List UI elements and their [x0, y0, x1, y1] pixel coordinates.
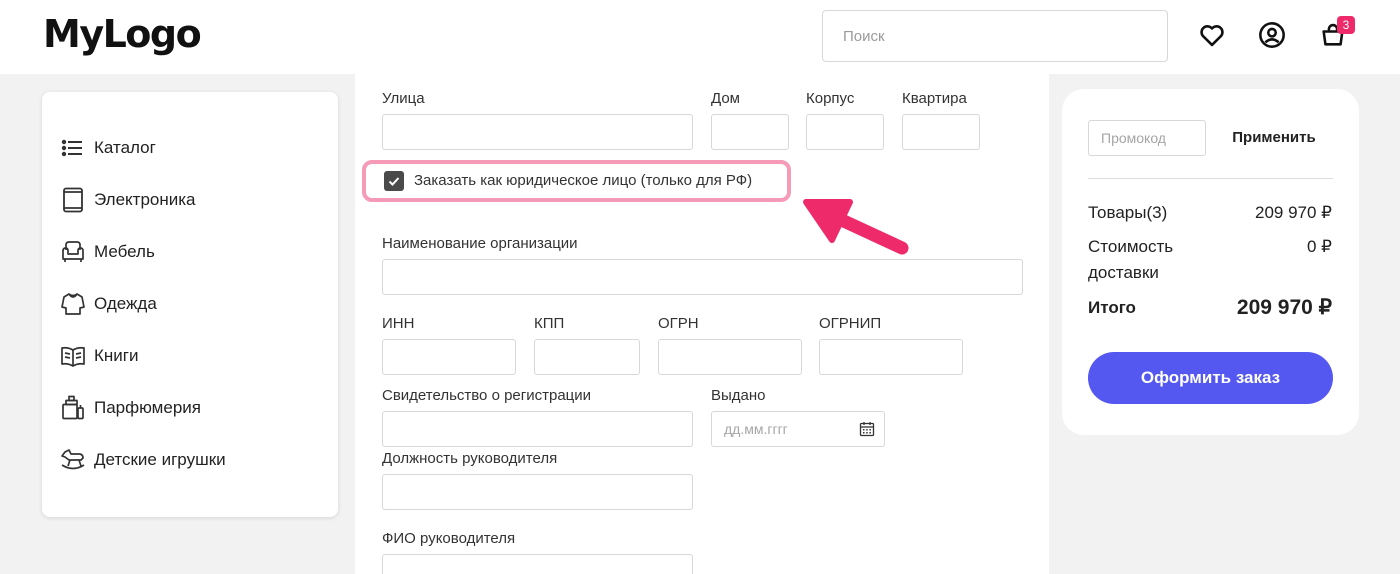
- calendar-icon[interactable]: [859, 421, 875, 437]
- building-label: Корпус: [806, 90, 855, 107]
- street-label: Улица: [382, 90, 425, 107]
- delivery-label-line2: доставки: [1088, 263, 1159, 282]
- certificate-label: Свидетельство о регистрации: [382, 387, 592, 404]
- sidebar-item-electronics[interactable]: Электроника: [60, 185, 320, 215]
- sidebar-item-toys[interactable]: Детские игрушки: [60, 445, 320, 475]
- search-input[interactable]: [822, 10, 1168, 62]
- sidebar-item-label: Парфюмерия: [94, 398, 201, 417]
- logo[interactable]: MyLogo: [43, 12, 202, 56]
- total-value: 209 970 ₽: [1236, 296, 1332, 319]
- user-icon[interactable]: [1258, 21, 1286, 49]
- total-label: Итого: [1088, 298, 1136, 317]
- delivery-value: 0 ₽: [1307, 237, 1332, 256]
- building-input[interactable]: [806, 114, 884, 150]
- perfume-icon: [60, 395, 86, 421]
- apartment-label: Квартира: [902, 90, 967, 107]
- heart-icon[interactable]: [1198, 21, 1226, 49]
- street-input[interactable]: [382, 114, 693, 150]
- inn-input[interactable]: [382, 339, 516, 375]
- sidebar-item-perfume[interactable]: Парфюмерия: [60, 393, 320, 423]
- cart-count-badge: 3: [1337, 16, 1355, 34]
- rocking-horse-icon: [60, 447, 86, 473]
- legal-entity-checkbox[interactable]: [384, 171, 404, 191]
- sweater-icon: [60, 291, 86, 317]
- summary-divider: [1088, 178, 1333, 179]
- sidebar-item-furniture[interactable]: Мебель: [60, 237, 320, 267]
- checkmark-icon: [388, 177, 400, 186]
- apartment-input[interactable]: [902, 114, 980, 150]
- kpp-input[interactable]: [534, 339, 640, 375]
- house-input[interactable]: [711, 114, 789, 150]
- sidebar-item-label: Детские игрушки: [94, 450, 226, 469]
- org-name-label: Наименование организации: [382, 235, 578, 252]
- armchair-icon: [60, 239, 86, 265]
- list-icon: [60, 135, 86, 161]
- house-label: Дом: [711, 90, 740, 107]
- director-name-label: ФИО руководителя: [382, 530, 516, 547]
- header: MyLogo 3: [0, 0, 1400, 74]
- sidebar-item-label: Одежда: [94, 294, 157, 313]
- sidebar-item-label: Мебель: [94, 242, 155, 261]
- ogrnip-label: ОГРНИП: [819, 315, 882, 332]
- book-icon: [60, 343, 86, 369]
- goods-value: 209 970 ₽: [1255, 203, 1332, 222]
- sidebar-item-label: Книги: [94, 346, 139, 365]
- issued-label: Выдано: [711, 387, 766, 404]
- category-sidebar: Каталог Электроника Мебель Одежда Книги …: [42, 92, 338, 517]
- sidebar-item-clothes[interactable]: Одежда: [60, 289, 320, 319]
- tablet-icon: [60, 187, 86, 213]
- certificate-input[interactable]: [382, 411, 693, 447]
- sidebar-item-label: Каталог: [94, 138, 156, 157]
- promo-code-input[interactable]: [1088, 120, 1206, 156]
- director-name-input[interactable]: [382, 554, 693, 574]
- delivery-label-line1: Стоимость: [1088, 237, 1174, 256]
- sidebar-item-label: Электроника: [94, 190, 196, 209]
- sidebar-item-catalog[interactable]: Каталог: [60, 133, 320, 163]
- ogrn-input[interactable]: [658, 339, 802, 375]
- goods-label: Товары(3): [1088, 203, 1168, 222]
- inn-label: ИНН: [382, 315, 415, 332]
- org-name-input[interactable]: [382, 259, 1023, 295]
- director-position-label: Должность руководителя: [382, 450, 558, 467]
- ogrnip-input[interactable]: [819, 339, 963, 375]
- sidebar-item-books[interactable]: Книги: [60, 341, 320, 371]
- apply-promo-button[interactable]: Применить: [1224, 124, 1324, 150]
- pointer-arrow-icon: [803, 199, 909, 255]
- kpp-label: КПП: [534, 315, 565, 332]
- director-position-input[interactable]: [382, 474, 693, 510]
- legal-entity-checkbox-label[interactable]: Заказать как юридическое лицо (только дл…: [414, 172, 752, 189]
- place-order-button[interactable]: Оформить заказ: [1088, 352, 1333, 404]
- ogrn-label: ОГРН: [658, 315, 699, 332]
